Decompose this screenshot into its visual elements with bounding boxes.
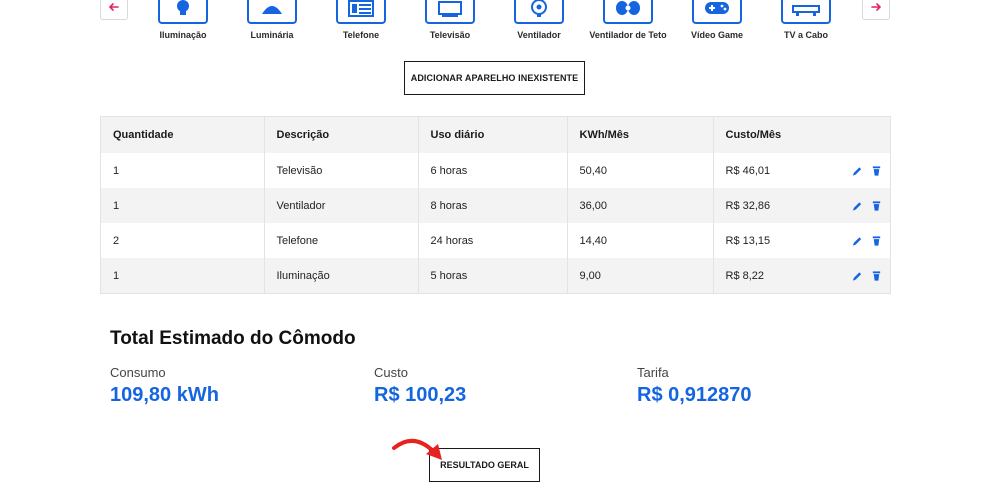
- table-row: 1 Televisão 6 horas 50,40 R$ 46,01: [101, 153, 890, 188]
- lamp-icon: [262, 6, 282, 14]
- appliance-telefone[interactable]: Telefone: [316, 0, 406, 40]
- custo-label: Custo: [374, 365, 408, 380]
- appliance-label: Ventilador: [517, 30, 561, 40]
- appliance-video-game[interactable]: Vídeo Game: [672, 0, 762, 40]
- cost-value: R$ 32,86: [725, 199, 771, 212]
- arrow-left-icon: [108, 3, 119, 11]
- custo-value: R$ 100,23: [374, 384, 467, 406]
- edit-icon[interactable]: [852, 165, 863, 176]
- cell-quantidade: 1: [101, 188, 265, 223]
- cell-uso-diario: 24 horas: [418, 223, 568, 258]
- cell-kwh-mes: 50,40: [567, 153, 714, 188]
- table-row: 1 Iluminação 5 horas 9,00 R$ 8,22: [101, 258, 890, 293]
- cost-value: R$ 13,15: [725, 234, 771, 247]
- appliances-table: Quantidade Descrição Uso diário KWh/Mês …: [100, 116, 891, 294]
- cell-custo-mes: R$ 32,86: [713, 188, 890, 223]
- cable-box-icon: [792, 5, 820, 16]
- appliance-ventilador[interactable]: Ventilador: [494, 0, 584, 40]
- annotation-arrow-icon: [392, 439, 442, 460]
- table-row: 2 Telefone 24 horas 14,40 R$ 13,15: [101, 223, 890, 258]
- lightbulb-icon: [177, 0, 189, 15]
- carousel-prev-button[interactable]: [100, 0, 128, 20]
- edit-icon[interactable]: [852, 235, 863, 246]
- cell-quantidade: 1: [101, 258, 265, 293]
- arrow-right-icon: [871, 3, 882, 11]
- television-icon: [438, 1, 462, 17]
- cell-descricao: Telefone: [264, 223, 419, 258]
- edit-icon[interactable]: [852, 270, 863, 281]
- appliance-label: Telefone: [342, 30, 380, 40]
- header-quantidade: Quantidade: [101, 117, 265, 153]
- trash-icon[interactable]: [871, 270, 882, 281]
- telephone-icon: [348, 0, 374, 17]
- tarifa-label: Tarifa: [637, 365, 669, 380]
- appliance-label: Ventilador de Teto: [589, 30, 667, 40]
- gamepad-icon: [705, 2, 729, 14]
- appliance-tv-cabo[interactable]: TV a Cabo: [761, 0, 851, 40]
- table-row: 1 Ventilador 8 horas 36,00 R$ 32,86: [101, 188, 890, 223]
- cell-custo-mes: R$ 13,15: [713, 223, 890, 258]
- edit-icon[interactable]: [852, 200, 863, 211]
- ceiling-fan-icon: [616, 1, 640, 15]
- trash-icon[interactable]: [871, 165, 882, 176]
- add-missing-appliance-button[interactable]: ADICIONAR APARELHO INEXISTENTE: [404, 61, 585, 95]
- header-uso-diario: Uso diário: [418, 117, 568, 153]
- totals-title: Total Estimado do Cômodo: [110, 328, 356, 349]
- appliance-label: Luminária: [250, 30, 294, 40]
- consumo-value: 109,80 kWh: [110, 384, 219, 406]
- cell-kwh-mes: 14,40: [567, 223, 714, 258]
- cell-descricao: Televisão: [264, 153, 419, 188]
- cost-value: R$ 8,22: [725, 269, 765, 282]
- table-header-row: Quantidade Descrição Uso diário KWh/Mês …: [101, 117, 890, 153]
- header-custo-mes: Custo/Mês: [713, 117, 890, 153]
- cell-quantidade: 2: [101, 223, 265, 258]
- appliance-label: Iluminação: [159, 30, 207, 40]
- carousel-next-button[interactable]: [862, 0, 890, 20]
- appliance-televisao[interactable]: Televisão: [405, 0, 495, 40]
- cell-custo-mes: R$ 8,22: [713, 258, 890, 293]
- consumo-label: Consumo: [110, 365, 166, 380]
- appliance-label: TV a Cabo: [783, 30, 828, 40]
- trash-icon[interactable]: [871, 200, 882, 211]
- cell-kwh-mes: 9,00: [567, 258, 714, 293]
- appliance-label: Vídeo Game: [690, 30, 744, 40]
- header-kwh-mes: KWh/Mês: [567, 117, 714, 153]
- metric-custo: Custo R$ 100,23: [374, 365, 466, 407]
- cell-descricao: Iluminação: [264, 258, 419, 293]
- cell-descricao: Ventilador: [264, 188, 419, 223]
- cell-quantidade: 1: [101, 153, 265, 188]
- appliance-luminaria[interactable]: Luminária: [227, 0, 317, 40]
- cell-kwh-mes: 36,00: [567, 188, 714, 223]
- metric-tarifa: Tarifa R$ 0,912870: [637, 365, 752, 407]
- trash-icon[interactable]: [871, 235, 882, 246]
- metric-consumo: Consumo 109,80 kWh: [110, 365, 219, 407]
- appliance-iluminacao[interactable]: Iluminação: [138, 0, 228, 40]
- cell-uso-diario: 8 horas: [418, 188, 568, 223]
- cell-uso-diario: 5 horas: [418, 258, 568, 293]
- cell-uso-diario: 6 horas: [418, 153, 568, 188]
- tarifa-value: R$ 0,912870: [637, 384, 752, 406]
- appliance-carousel: Iluminação Luminária Telefone Televisão …: [0, 0, 984, 50]
- appliance-label: Televisão: [429, 30, 471, 40]
- fan-icon: [531, 0, 547, 17]
- appliance-ventilador-teto[interactable]: Ventilador de Teto: [583, 0, 673, 40]
- cost-value: R$ 46,01: [725, 164, 771, 177]
- cell-custo-mes: R$ 46,01: [713, 153, 890, 188]
- header-descricao: Descrição: [264, 117, 419, 153]
